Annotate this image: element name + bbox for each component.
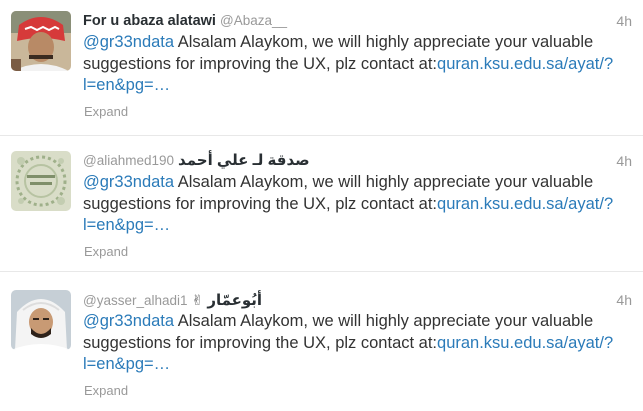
author-handle[interactable]: @yasser_alhadi1 <box>83 293 188 308</box>
tweet-item[interactable]: @aliahmed190 صدقة لـ علي أحمد 4h @gr33nd… <box>0 136 643 272</box>
tweet-item[interactable]: @yasser_alhadi1 ✌ أبُوعمّار 4h @gr33ndat… <box>0 275 643 411</box>
avatar[interactable] <box>11 151 71 211</box>
author-name[interactable]: أبُوعمّار <box>207 292 262 309</box>
tweet-header: For u abaza alatawi @Abaza__ <box>83 11 287 31</box>
expand-link[interactable]: Expand <box>84 244 128 260</box>
tweet-time[interactable]: 4h <box>616 11 632 31</box>
mention-link[interactable]: @gr33ndata <box>83 312 174 330</box>
tweet-time[interactable]: 4h <box>616 290 632 310</box>
author-handle[interactable]: @aliahmed190 <box>83 153 174 168</box>
tweet-text: @gr33ndata Alsalam Alaykom, we will high… <box>83 172 623 237</box>
tweet-text: @gr33ndata Alsalam Alaykom, we will high… <box>83 32 623 97</box>
tweet-text: @gr33ndata Alsalam Alaykom, we will high… <box>83 311 623 376</box>
tweet-header: @aliahmed190 صدقة لـ علي أحمد <box>83 151 310 171</box>
author-handle[interactable]: @Abaza__ <box>220 13 287 28</box>
author-name[interactable]: For u abaza alatawi <box>83 13 216 29</box>
mention-link[interactable]: @gr33ndata <box>83 173 174 191</box>
tweet-item[interactable]: For u abaza alatawi @Abaza__ 4h @gr33nda… <box>0 0 643 136</box>
author-name[interactable]: صدقة لـ علي أحمد <box>178 152 310 169</box>
tweet-header: @yasser_alhadi1 ✌ أبُوعمّار <box>83 290 262 310</box>
avatar[interactable] <box>11 11 71 71</box>
expand-link[interactable]: Expand <box>84 383 128 399</box>
expand-link[interactable]: Expand <box>84 104 128 120</box>
tweet-feed: For u abaza alatawi @Abaza__ 4h @gr33nda… <box>0 0 643 411</box>
tweet-time[interactable]: 4h <box>616 151 632 171</box>
mention-link[interactable]: @gr33ndata <box>83 33 174 51</box>
avatar[interactable] <box>11 290 71 350</box>
victory-hand-icon: ✌ <box>191 292 204 308</box>
